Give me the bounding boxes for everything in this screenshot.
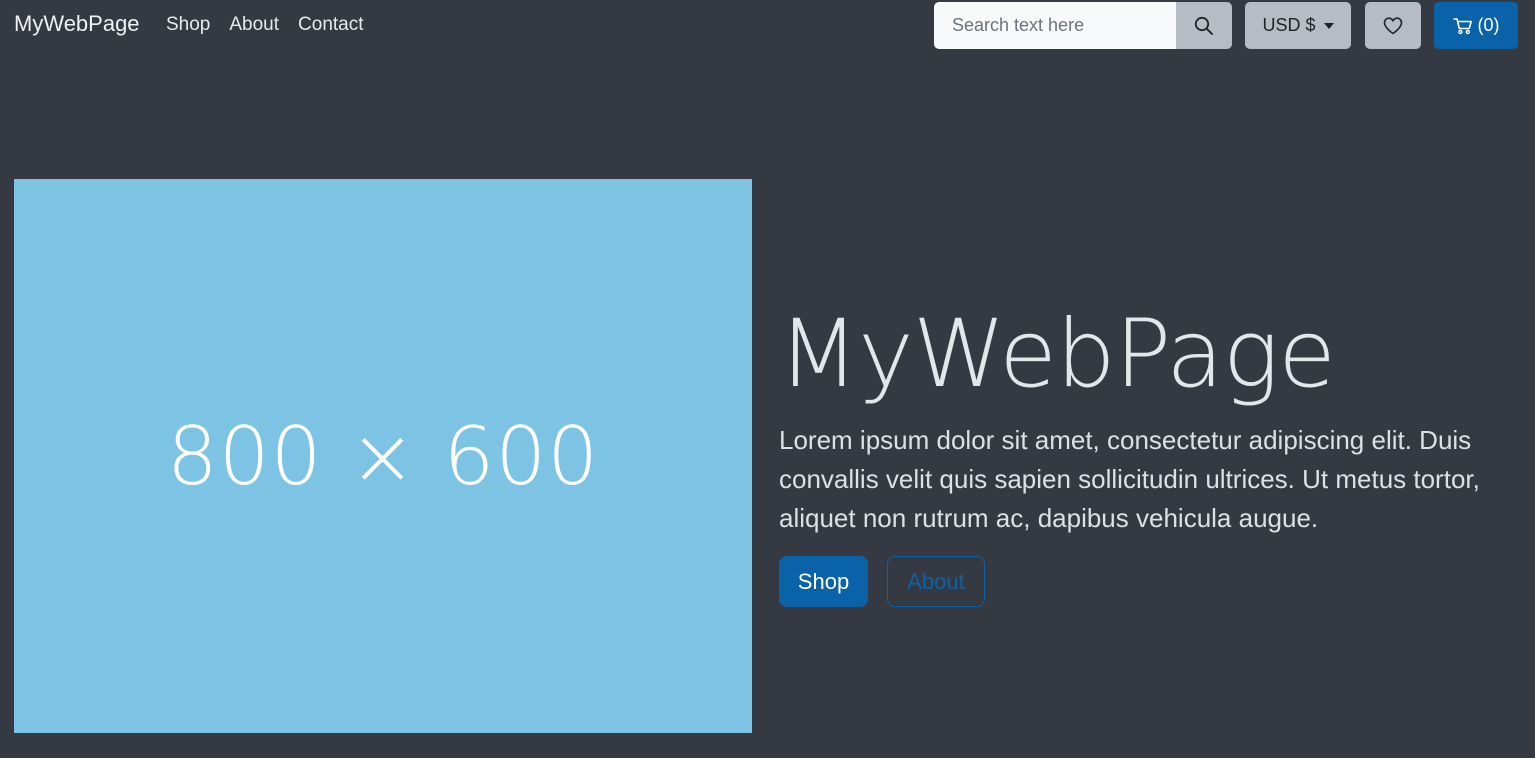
hero-description: Lorem ipsum dolor sit amet, consectetur … [779, 425, 1480, 533]
currency-dropdown[interactable]: USD $ [1245, 2, 1351, 49]
navbar: MyWebPage Shop About Contact USD $ (0) [0, 0, 1535, 50]
hero-image-placeholder: 800 × 600 [14, 179, 752, 733]
currency-label: USD $ [1262, 15, 1316, 35]
chevron-down-icon [1323, 22, 1334, 29]
nav-links: Shop About Contact [166, 14, 364, 36]
heart-icon [1383, 16, 1403, 34]
search-input[interactable] [934, 2, 1176, 49]
about-button[interactable]: About [887, 556, 985, 607]
cart-count: (0) [1477, 15, 1500, 35]
nav-link-contact[interactable]: Contact [298, 14, 363, 36]
brand-link[interactable]: MyWebPage [14, 11, 140, 37]
search-icon [1194, 16, 1213, 35]
nav-link-about[interactable]: About [229, 14, 279, 36]
shop-button[interactable]: Shop [779, 556, 868, 607]
search-group [934, 2, 1232, 49]
search-button[interactable] [1176, 2, 1232, 49]
cart-icon [1452, 17, 1472, 34]
wishlist-button[interactable] [1365, 2, 1421, 49]
image-dimensions-label: 800 × 600 [166, 409, 600, 503]
hero-title: MyWebPage [778, 300, 1336, 409]
cart-button[interactable]: (0) [1434, 2, 1518, 49]
nav-link-shop[interactable]: Shop [166, 14, 210, 36]
